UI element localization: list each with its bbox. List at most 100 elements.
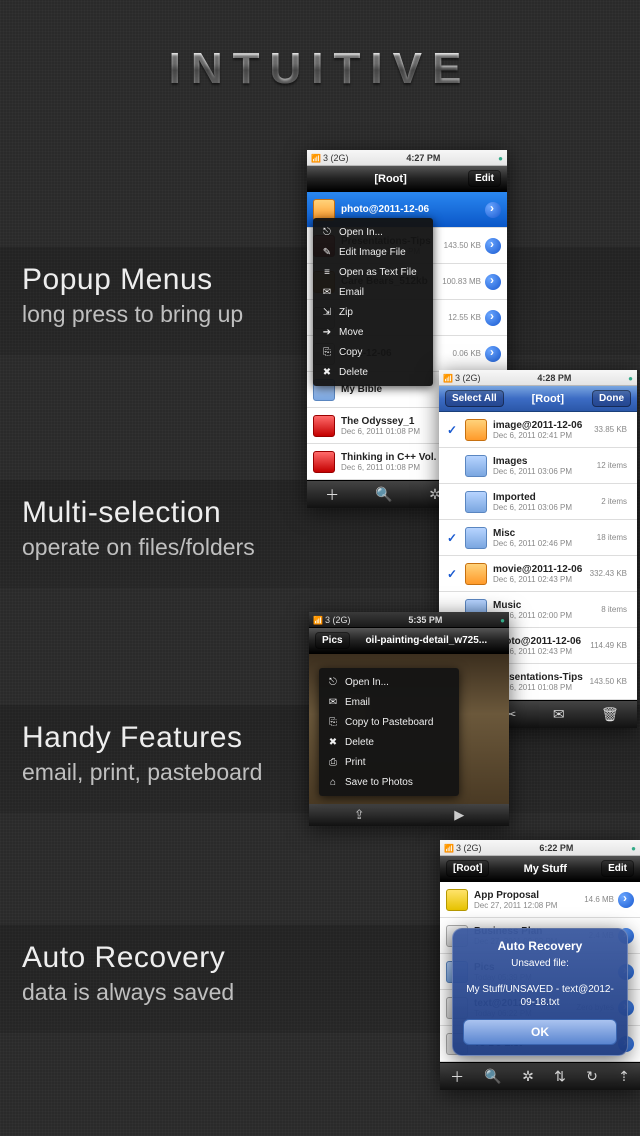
menu-item[interactable]: ✖Delete xyxy=(319,732,459,752)
signal-icon xyxy=(313,615,325,625)
done-button[interactable]: Done xyxy=(592,390,631,407)
file-date: Dec 6, 2011 02:43 PM xyxy=(493,575,590,584)
menu-icon: ≡ xyxy=(319,267,335,278)
edit-button[interactable]: Edit xyxy=(468,170,501,187)
screenshot-auto-recovery: 3 (2G) 6:22 PM [Root] My Stuff Edit App … xyxy=(440,840,640,1090)
play-icon[interactable]: ▶ xyxy=(454,807,464,823)
menu-icon: ✖ xyxy=(325,737,341,748)
nav-bar: [Root] Edit xyxy=(307,166,507,192)
menu-icon: ⎙ xyxy=(325,757,341,768)
file-meta: 12.55 KB xyxy=(448,313,481,322)
checkbox[interactable]: ✓ xyxy=(445,423,459,437)
file-date: Dec 6, 2011 03:06 PM xyxy=(493,467,597,476)
menu-label: Open In... xyxy=(339,227,383,238)
clock: 4:27 PM xyxy=(348,153,498,163)
back-button[interactable]: [Root] xyxy=(446,860,489,877)
file-icon xyxy=(465,491,487,513)
menu-item[interactable]: ⎘Copy to Pasteboard xyxy=(319,712,459,732)
menu-item[interactable]: ≡Open as Text File xyxy=(313,262,433,282)
sort-icon[interactable]: ⇅ xyxy=(554,1068,566,1085)
detail-chevron-icon[interactable] xyxy=(485,346,501,362)
file-meta: 143.50 KB xyxy=(590,677,627,686)
file-row[interactable]: ✓movie@2011-12-06Dec 6, 2011 02:43 PM332… xyxy=(439,556,637,592)
detail-chevron-icon[interactable] xyxy=(618,892,634,908)
alert-title: Auto Recovery xyxy=(463,939,617,953)
ok-button[interactable]: OK xyxy=(463,1019,617,1045)
back-button[interactable]: Pics xyxy=(315,632,350,649)
gear-icon[interactable]: ✲ xyxy=(522,1068,534,1085)
file-meta: 18 items xyxy=(597,533,627,542)
carrier-label: 3 (2G) xyxy=(323,153,349,163)
screenshot-handy-features: 3 (2G) 5:35 PM Pics oil-painting-detail_… xyxy=(309,612,509,826)
file-row[interactable]: ImagesDec 6, 2011 03:06 PM12 items xyxy=(439,448,637,484)
menu-item[interactable]: ⌂Save to Photos xyxy=(319,772,459,792)
battery-icon xyxy=(500,615,505,625)
menu-icon: ✉ xyxy=(319,287,335,298)
wifi-icon[interactable]: ⇡ xyxy=(618,1068,630,1085)
file-date: Dec 6, 2011 02:00 PM xyxy=(493,611,601,620)
edit-button[interactable]: Edit xyxy=(601,860,634,877)
file-icon xyxy=(313,451,335,473)
file-meta: 14.6 MB xyxy=(584,895,614,904)
menu-item[interactable]: ⎋Open In... xyxy=(319,672,459,692)
file-date: Dec 6, 2011 02:41 PM xyxy=(493,431,594,440)
menu-item[interactable]: ➔Move xyxy=(313,322,433,342)
file-row[interactable]: ✓ MiscDec 6, 2011 02:46 PM18 items xyxy=(439,520,637,556)
file-meta: 0.06 KB xyxy=(453,349,481,358)
file-meta: 12 items xyxy=(597,461,627,470)
clock: 4:28 PM xyxy=(480,373,628,383)
detail-chevron-icon[interactable] xyxy=(485,310,501,326)
mail-icon[interactable]: ✉ xyxy=(553,706,565,723)
file-date: Dec 27, 2011 12:08 PM xyxy=(474,901,584,910)
share-icon[interactable]: ⇪ xyxy=(354,807,365,823)
menu-label: Copy xyxy=(339,347,362,358)
signal-icon xyxy=(444,843,456,853)
menu-icon: ⇲ xyxy=(319,307,335,318)
file-row[interactable]: ImportedDec 6, 2011 03:06 PM2 items xyxy=(439,484,637,520)
menu-item[interactable]: ⎋ Open In... xyxy=(313,222,433,242)
file-date: Dec 6, 2011 02:46 PM xyxy=(493,539,597,548)
checkbox[interactable] xyxy=(445,495,459,509)
nav-title: My Stuff xyxy=(489,863,601,875)
file-name: App Proposal xyxy=(474,890,584,901)
detail-chevron-icon[interactable] xyxy=(485,274,501,290)
menu-item[interactable]: ✎Edit Image File xyxy=(313,242,433,262)
file-meta: 143.50 KB xyxy=(444,241,481,250)
file-icon xyxy=(313,415,335,437)
menu-item[interactable]: ⎘Copy xyxy=(313,342,433,362)
file-icon xyxy=(465,527,487,549)
clock: 6:22 PM xyxy=(481,843,631,853)
menu-icon: ⎋ xyxy=(325,677,341,688)
checkbox[interactable]: ✓ xyxy=(445,567,459,581)
page-title: Intuitive xyxy=(0,44,640,94)
menu-item[interactable]: ⎙Print xyxy=(319,752,459,772)
checkbox[interactable] xyxy=(445,459,459,473)
file-row[interactable]: ✓image@2011-12-06Dec 6, 2011 02:41 PM33.… xyxy=(439,412,637,448)
menu-item[interactable]: ✉Email xyxy=(319,692,459,712)
carrier-label: 3 (2G) xyxy=(456,843,482,853)
file-name: image@2011-12-06 xyxy=(493,420,594,431)
clock: 5:35 PM xyxy=(350,615,500,625)
battery-icon xyxy=(631,843,636,853)
bottom-toolbar: ＋ 🔍 ✲ ⇅ ↻ ⇡ xyxy=(440,1062,640,1090)
menu-item[interactable]: ✉Email xyxy=(313,282,433,302)
detail-chevron-icon[interactable] xyxy=(485,238,501,254)
trash-icon[interactable]: 🗑 xyxy=(601,706,619,723)
refresh-icon[interactable]: ↻ xyxy=(586,1068,598,1085)
search-icon[interactable]: 🔍 xyxy=(484,1068,501,1085)
menu-item[interactable]: ✖Delete xyxy=(313,362,433,382)
menu-icon: ⎋ xyxy=(319,227,335,238)
add-icon[interactable]: ＋ xyxy=(450,1067,464,1087)
status-bar: 3 (2G) 4:27 PM xyxy=(307,150,507,166)
add-icon[interactable]: ＋ xyxy=(325,485,339,505)
file-meta: 100.83 MB xyxy=(442,277,481,286)
file-name: Misc xyxy=(493,528,597,539)
select-all-button[interactable]: Select All xyxy=(445,390,504,407)
image-toolbar: ⇪ ▶ xyxy=(309,804,509,826)
file-row[interactable]: App ProposalDec 27, 2011 12:08 PM14.6 MB xyxy=(440,882,640,918)
search-icon[interactable]: 🔍 xyxy=(375,486,392,503)
detail-chevron-icon[interactable] xyxy=(485,202,501,218)
nav-title: [Root] xyxy=(504,393,592,405)
menu-item[interactable]: ⇲Zip xyxy=(313,302,433,322)
checkbox[interactable]: ✓ xyxy=(445,531,459,545)
